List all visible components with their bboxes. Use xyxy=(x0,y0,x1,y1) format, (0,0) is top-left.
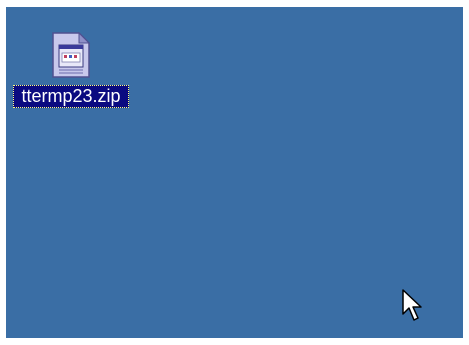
arrow-cursor-icon xyxy=(402,289,424,323)
desktop[interactable]: ttermp23.zip xyxy=(6,7,463,338)
desktop-icon-ttermp23-zip[interactable]: ttermp23.zip xyxy=(11,31,131,108)
zip-archive-icon xyxy=(51,31,91,79)
desktop-icon-label[interactable]: ttermp23.zip xyxy=(13,85,129,108)
